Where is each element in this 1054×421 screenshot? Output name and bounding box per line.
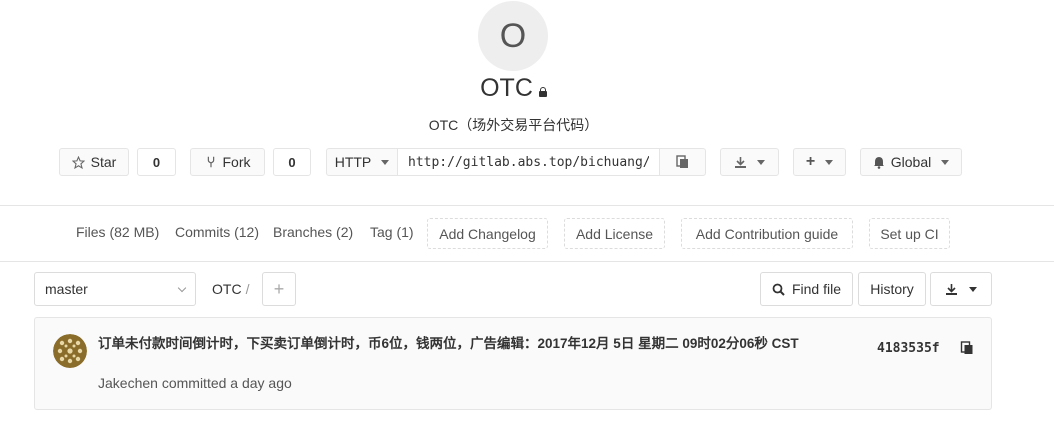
branch-label: master	[45, 281, 88, 297]
download-icon	[946, 283, 957, 295]
fork-label: Fork	[222, 154, 251, 170]
nav-branches[interactable]: Branches (2)	[273, 224, 353, 240]
project-title: OTC	[480, 74, 533, 102]
history-button[interactable]: History	[858, 272, 926, 306]
add-contribution-guide-button[interactable]: Add Contribution guide	[681, 218, 853, 249]
clone-url-input[interactable]	[397, 148, 660, 176]
project-title-row: OTC	[0, 74, 1027, 103]
commit-time: committed a day ago	[161, 375, 292, 391]
chevron-down-icon	[177, 283, 187, 292]
setup-ci-button[interactable]: Set up CI	[869, 218, 950, 249]
download-icon	[735, 156, 746, 168]
fork-count[interactable]: 0	[273, 148, 311, 176]
caret-down-icon	[941, 159, 950, 165]
copy-url-button[interactable]	[659, 148, 706, 176]
nav-commits[interactable]: Commits (12)	[175, 224, 259, 240]
commit-author[interactable]: Jakechen	[98, 375, 158, 391]
last-commit-panel: 订单未付款时间倒计时，下买卖订单倒计时，币6位，钱两位，广告编辑：2017年12…	[34, 317, 992, 410]
caret-down-icon	[757, 159, 765, 165]
commit-sha[interactable]: 4183535f	[877, 341, 940, 356]
caret-down-icon	[969, 286, 977, 292]
fork-icon	[207, 156, 214, 168]
download-archive-dropdown[interactable]	[930, 272, 992, 306]
breadcrumb-root[interactable]: OTC	[212, 281, 242, 297]
project-description: OTC（场外交易平台代码）	[428, 117, 599, 133]
divider-top	[0, 205, 1054, 206]
clipboard-icon	[960, 341, 973, 354]
add-license-button[interactable]: Add License	[564, 218, 665, 249]
notification-label: Global	[890, 154, 932, 170]
protocol-dropdown[interactable]: HTTP	[326, 148, 398, 176]
add-changelog-button[interactable]: Add Changelog	[427, 218, 548, 249]
commit-message[interactable]: 订单未付款时间倒计时，下买卖订单倒计时，币6位，钱两位，广告编辑：2017年12…	[98, 334, 868, 353]
star-icon	[71, 155, 85, 169]
clipboard-icon	[676, 155, 688, 168]
search-icon	[772, 283, 785, 296]
lock-icon	[538, 86, 547, 97]
branch-select[interactable]: master	[34, 272, 196, 306]
copy-sha-button[interactable]	[960, 341, 974, 360]
plus-icon: +	[273, 278, 285, 299]
new-item-dropdown[interactable]: +	[793, 148, 846, 176]
add-file-button[interactable]: +	[262, 272, 296, 306]
divider-nav	[0, 261, 1054, 262]
nav-tags[interactable]: Tag (1)	[370, 224, 414, 240]
commit-meta: Jakechen committed a day ago	[98, 375, 292, 391]
star-count[interactable]: 0	[137, 148, 176, 176]
breadcrumb-separator: /	[245, 281, 250, 297]
breadcrumb: OTC /	[212, 281, 249, 297]
caret-down-icon	[381, 159, 390, 165]
fork-button[interactable]: Fork	[190, 148, 265, 176]
find-file-label: Find file	[791, 281, 842, 297]
project-avatar: O	[478, 1, 548, 71]
author-avatar[interactable]	[53, 334, 87, 368]
caret-down-icon	[825, 159, 834, 165]
notification-dropdown[interactable]: Global	[860, 148, 962, 176]
nav-files[interactable]: Files (82 MB)	[76, 224, 159, 240]
protocol-label: HTTP	[334, 154, 372, 170]
find-file-button[interactable]: Find file	[760, 272, 853, 306]
plus-icon: +	[805, 153, 816, 170]
bell-icon	[873, 156, 884, 169]
star-button[interactable]: Star	[59, 148, 129, 176]
star-label: Star	[90, 154, 117, 170]
download-dropdown[interactable]	[720, 148, 779, 176]
